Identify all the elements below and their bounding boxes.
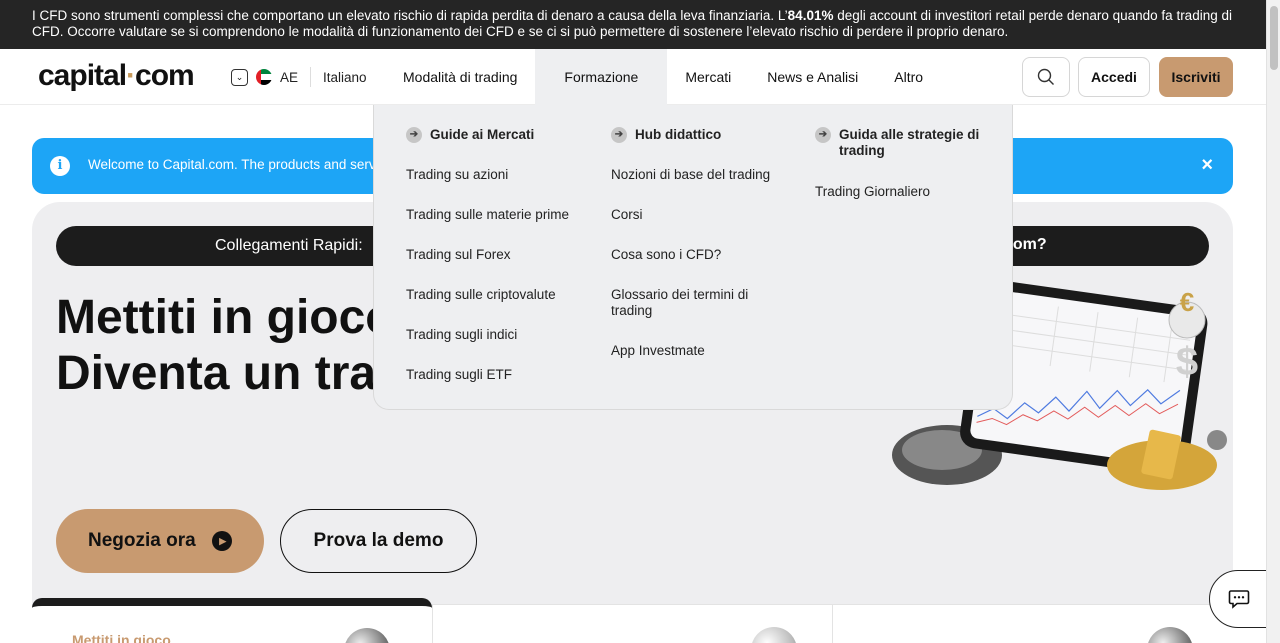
dropdown-link[interactable]: Trading su azioni xyxy=(406,167,586,183)
hero-title: Mettiti in gioco Diventa un tra xyxy=(56,290,395,402)
chat-button[interactable] xyxy=(1209,570,1269,628)
logo-dot: · xyxy=(126,59,136,92)
quick-links-label: Collegamenti Rapidi: xyxy=(215,237,363,254)
risk-warning-percent: 84.01% xyxy=(787,8,834,23)
info-icon: i xyxy=(50,156,70,176)
nav-item-more[interactable]: Altro xyxy=(876,49,941,105)
arrow-right-icon: ➔ xyxy=(815,127,831,143)
region-code[interactable]: AE xyxy=(280,70,298,85)
nav-item-trading-modes[interactable]: Modalità di trading xyxy=(385,49,535,105)
svg-text:€: € xyxy=(1180,287,1194,317)
chevron-down-icon[interactable]: ⌄ xyxy=(231,68,248,86)
feature-card[interactable] xyxy=(832,604,1233,643)
welcome-message: Welcome to Capital.com. The products and… xyxy=(88,157,376,172)
arrow-right-icon: ➔ xyxy=(406,127,422,143)
dropdown-link[interactable]: App Investmate xyxy=(611,343,771,359)
nav-item-markets[interactable]: Mercati xyxy=(667,49,749,105)
feature-card[interactable]: Mettiti in gioco xyxy=(32,598,432,643)
risk-warning-text-before: I CFD sono strumenti complessi che compo… xyxy=(32,8,788,23)
login-button[interactable]: Accedi xyxy=(1078,57,1150,97)
dropdown-link[interactable]: Cosa sono i CFD? xyxy=(611,247,771,263)
dropdown-link[interactable]: Trading sulle criptovalute xyxy=(406,287,586,303)
dropdown-column-market-guides: ➔ Guide ai Mercati Trading su azioni Tra… xyxy=(406,127,586,407)
site-header: capital·com ⌄ AE Italiano Modalità di tr… xyxy=(0,49,1266,105)
hero-title-line-2: Diventa un tra xyxy=(56,347,377,400)
chat-icon xyxy=(1228,590,1250,609)
search-button[interactable] xyxy=(1022,57,1070,97)
demo-button[interactable]: Prova la demo xyxy=(280,509,477,573)
dropdown-link[interactable]: Trading sugli ETF xyxy=(406,367,586,383)
dropdown-column-strategy-guides: ➔ Guida alle strategie di trading Tradin… xyxy=(815,127,985,224)
card-illustration xyxy=(1147,627,1193,643)
feature-card[interactable] xyxy=(432,604,832,643)
dropdown-link[interactable]: Trading sugli indici xyxy=(406,327,586,343)
dropdown-link[interactable]: Glossario dei termini di trading xyxy=(611,287,771,319)
language-label[interactable]: Italiano xyxy=(323,70,367,85)
search-icon xyxy=(1037,68,1054,85)
dropdown-link[interactable]: Trading Giornaliero xyxy=(815,184,985,200)
dropdown-heading[interactable]: ➔ Guide ai Mercati xyxy=(406,127,586,143)
hero-title-line-1: Mettiti in gioco xyxy=(56,291,395,344)
language-selector[interactable]: ⌄ AE Italiano xyxy=(231,67,367,87)
main-nav: Modalità di trading Formazione Mercati N… xyxy=(385,49,941,105)
nav-item-news[interactable]: News e Analisi xyxy=(749,49,876,105)
dropdown-heading-label: Guide ai Mercati xyxy=(430,127,535,142)
education-dropdown: ➔ Guide ai Mercati Trading su azioni Tra… xyxy=(373,105,1013,410)
play-icon: ▶ xyxy=(211,531,232,551)
scrollbar-thumb[interactable] xyxy=(1270,6,1278,70)
dropdown-link[interactable]: Corsi xyxy=(611,207,771,223)
uae-flag-icon xyxy=(256,69,272,85)
dropdown-heading[interactable]: ➔ Hub didattico xyxy=(611,127,771,143)
nav-item-education[interactable]: Formazione xyxy=(535,49,668,105)
dropdown-heading-label: Guida alle strategie di trading xyxy=(839,127,980,158)
arrow-right-icon: ➔ xyxy=(611,127,627,143)
dropdown-heading[interactable]: ➔ Guida alle strategie di trading xyxy=(815,127,985,159)
signup-button[interactable]: Iscriviti xyxy=(1159,57,1233,97)
close-icon[interactable]: × xyxy=(1201,154,1213,176)
trade-now-label: Negozia ora xyxy=(88,530,196,551)
card-illustration xyxy=(344,628,390,643)
dropdown-link[interactable]: Trading sulle materie prime xyxy=(406,207,586,223)
page-scrollbar[interactable] xyxy=(1266,0,1280,643)
risk-warning-bar: I CFD sono strumenti complessi che compo… xyxy=(0,0,1266,49)
dropdown-link[interactable]: Trading sul Forex xyxy=(406,247,586,263)
feature-card-title: Mettiti in gioco xyxy=(72,632,171,643)
svg-text:$: $ xyxy=(1176,340,1198,384)
logo-text-right: com xyxy=(135,59,195,92)
trade-now-button[interactable]: Negozia ora ▶ xyxy=(56,509,264,573)
card-illustration xyxy=(751,627,797,643)
logo[interactable]: capital·com xyxy=(38,59,195,93)
logo-text-left: capital xyxy=(38,59,127,92)
dropdown-link[interactable]: Nozioni di base del trading xyxy=(611,167,771,183)
language-divider xyxy=(310,67,312,87)
dropdown-column-education-hub: ➔ Hub didattico Nozioni di base del trad… xyxy=(611,127,771,383)
dropdown-heading-label: Hub didattico xyxy=(635,127,722,142)
